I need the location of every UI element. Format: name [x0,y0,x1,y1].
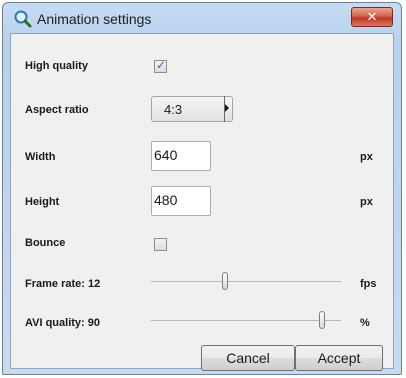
settings-panel: High quality ✓ Aspect ratio 4:3 Width 64… [10,33,394,371]
width-unit: px [360,151,373,163]
accept-button[interactable]: Accept [295,345,383,371]
frame-rate-label: Frame rate: 12 [25,278,101,290]
slider-thumb[interactable] [222,272,229,290]
high-quality-checkbox[interactable]: ✓ [154,58,167,73]
cancel-button[interactable]: Cancel [201,345,295,371]
width-input[interactable]: 640 [151,141,211,171]
width-label: Width [25,151,56,163]
frame-rate-unit: fps [360,278,377,290]
avi-quality-unit: % [360,317,370,329]
frame-rate-slider[interactable] [151,272,341,292]
bounce-label: Bounce [25,237,66,249]
height-unit: px [360,196,373,208]
bounce-checkbox[interactable] [154,238,167,251]
slider-thumb[interactable] [319,311,325,329]
avi-quality-label: AVI quality: 90 [25,317,100,329]
magnifier-icon [13,9,33,29]
avi-quality-slider[interactable] [151,311,341,331]
high-quality-label: High quality [25,60,88,72]
slider-track [151,320,341,321]
dialog-window: Animation settings ✕ High quality ✓ Aspe… [2,2,402,375]
checkmark-icon: ✓ [155,58,167,72]
title-bar[interactable]: Animation settings ✕ [3,3,401,33]
aspect-ratio-select[interactable]: 4:3 [151,96,233,122]
height-label: Height [25,196,60,208]
window-title: Animation settings [37,11,152,27]
close-button[interactable]: ✕ [351,7,393,27]
slider-track [151,281,341,282]
dropdown-arrow-icon[interactable] [224,96,233,122]
aspect-ratio-label: Aspect ratio [25,104,89,116]
height-input[interactable]: 480 [151,186,211,216]
aspect-ratio-value: 4:3 [164,102,183,117]
